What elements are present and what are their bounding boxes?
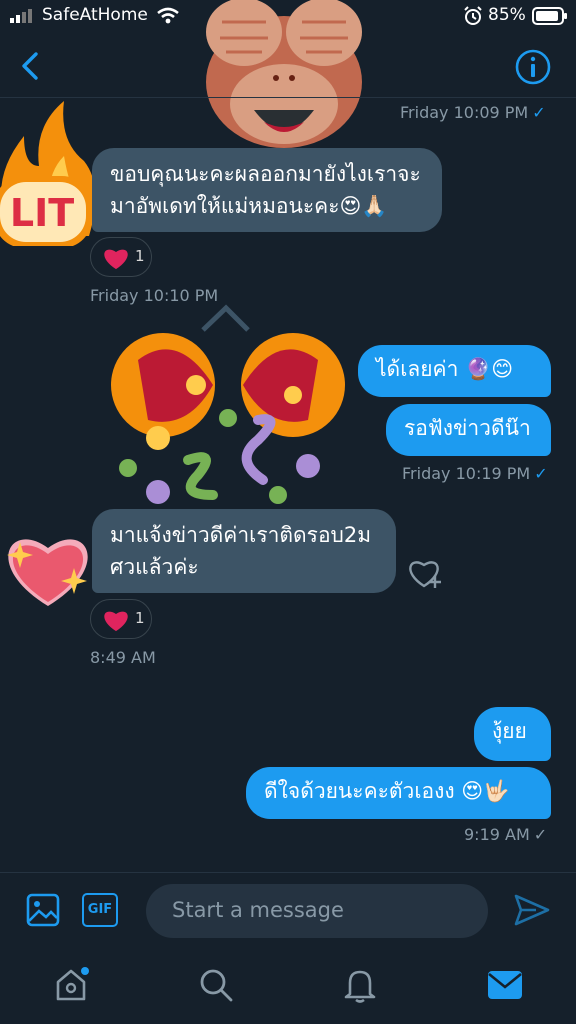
image-button[interactable] — [26, 893, 60, 927]
message-text: งุ้ยย — [492, 719, 527, 743]
message-timestamp: 9:19 AM ✓ — [464, 825, 548, 844]
sparkling-heart-sticker — [7, 539, 88, 606]
message-timestamp: Friday 10:19 PM ✓ — [402, 464, 548, 483]
tab-notifications[interactable] — [342, 966, 378, 1004]
battery-percentage: 85% — [488, 5, 526, 25]
see-no-evil-monkey-sticker — [206, 0, 362, 148]
message-text-line: มาอัพเดทให้แม่หมอนะคะ😍🙏🏻 — [110, 194, 388, 218]
message-input[interactable]: Start a message — [146, 884, 488, 938]
sent-message-bubble[interactable]: ดีใจด้วยนะคะตัวเองง 😍🤟🏻 — [246, 767, 551, 819]
heart-icon — [104, 611, 128, 632]
battery-icon — [532, 7, 567, 25]
back-button[interactable] — [14, 46, 48, 86]
wifi-icon — [157, 7, 179, 24]
sent-message-bubble[interactable]: ได้เลยค่า 🔮😊 — [358, 345, 551, 397]
received-message-bubble[interactable]: มาแจ้งข่าวดีค่าเราติดรอบ2ม ศวแล้วค่ะ — [92, 509, 396, 593]
heart-icon — [104, 249, 128, 270]
add-reaction-button[interactable] — [406, 556, 446, 592]
message-text: ได้เลยค่า 🔮😊 — [376, 357, 514, 381]
signal-icon — [10, 9, 32, 23]
message-input-placeholder: Start a message — [172, 898, 344, 922]
party-popper-sticker — [111, 304, 345, 504]
received-message-bubble[interactable]: ขอบคุณนะคะผลออกมายังไงเราจะ มาอัพเดทให้แ… — [92, 148, 442, 232]
message-text-line: มาแจ้งข่าวดีค่าเราติดรอบ2ม — [110, 523, 372, 547]
gif-button[interactable]: GIF — [82, 893, 118, 927]
lit-fire-sticker: LIT — [0, 101, 96, 246]
lit-sticker-text: LIT — [10, 191, 74, 235]
gif-label: GIF — [87, 902, 113, 917]
message-timestamp: 8:49 AM — [90, 648, 156, 667]
message-timestamp: Friday 10:09 PM ✓ — [400, 103, 546, 122]
heart-reaction[interactable]: 1 — [90, 237, 152, 277]
tab-search[interactable] — [198, 967, 234, 1003]
send-button[interactable] — [512, 892, 552, 928]
info-button[interactable] — [514, 48, 552, 86]
alarm-icon — [464, 6, 482, 25]
reaction-count: 1 — [135, 247, 145, 265]
message-text-line: ศวแล้วค่ะ — [110, 555, 199, 579]
tab-home[interactable] — [54, 966, 92, 1004]
message-text: รอฟังข่าวดีน๊า — [404, 416, 531, 440]
message-text-line: ขอบคุณนะคะผลออกมายังไงเราจะ — [110, 162, 421, 186]
sent-message-bubble[interactable]: งุ้ยย — [474, 707, 551, 761]
composer-divider — [0, 872, 576, 873]
carrier-name: SafeAtHome — [42, 5, 148, 25]
message-text: ดีใจด้วยนะคะตัวเองง 😍🤟🏻 — [264, 779, 510, 803]
tab-messages[interactable] — [486, 968, 524, 1002]
heart-reaction[interactable]: 1 — [90, 599, 152, 639]
sent-message-bubble[interactable]: รอฟังข่าวดีน๊า — [386, 404, 551, 456]
reaction-count: 1 — [135, 609, 145, 627]
